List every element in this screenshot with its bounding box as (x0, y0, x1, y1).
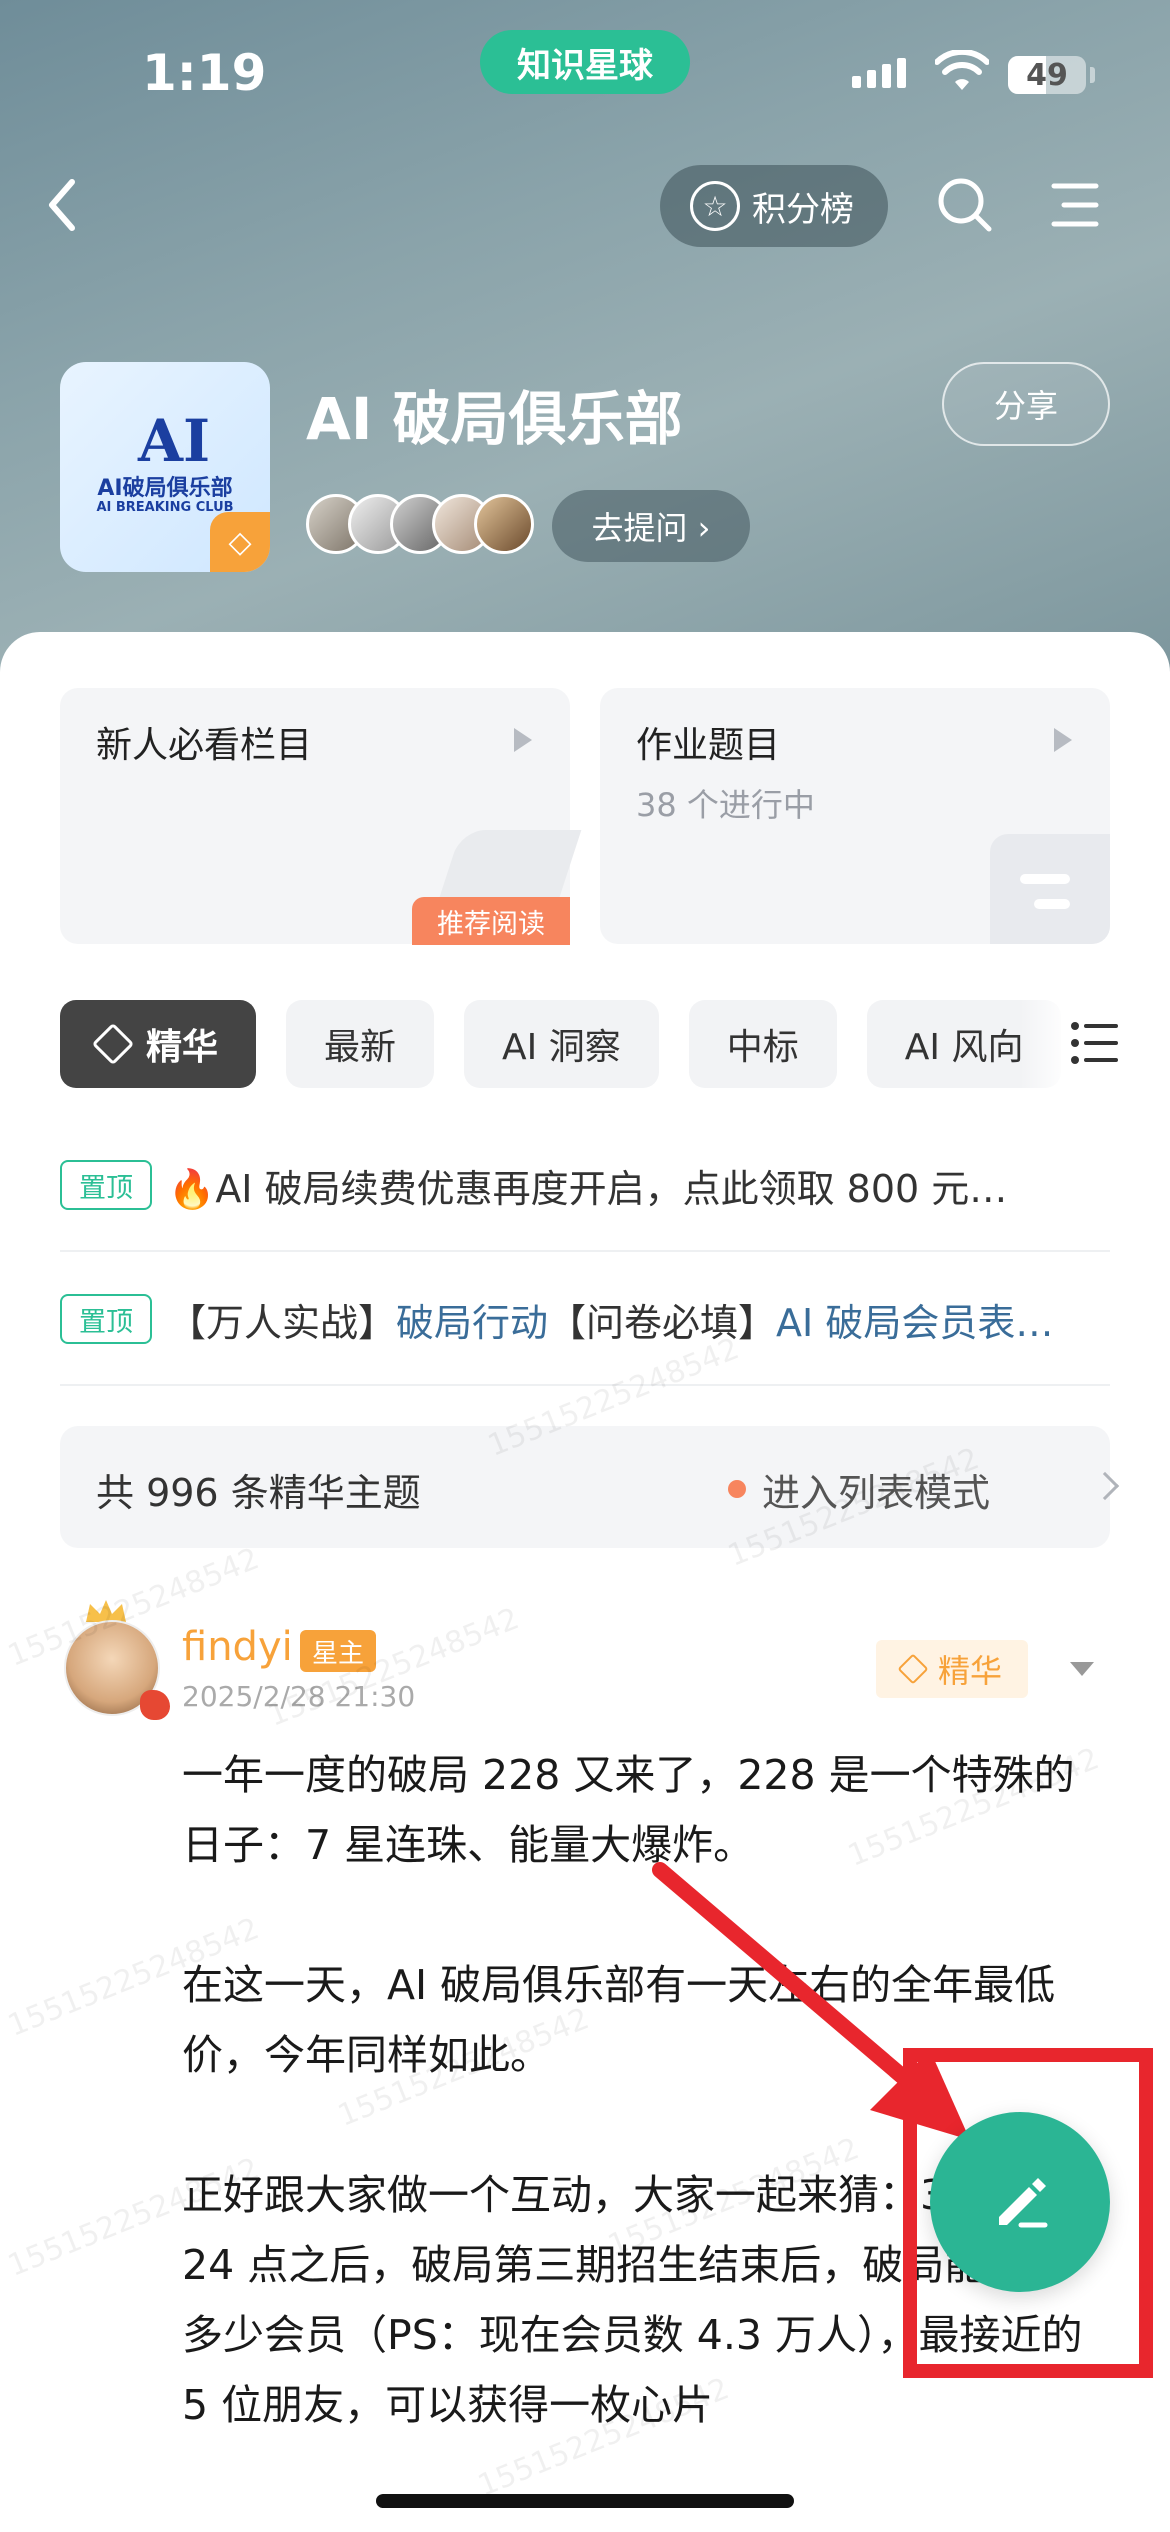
annotation-highlight-box (903, 2048, 1153, 2378)
card-decoration (990, 834, 1110, 944)
club-logo-name: AI破局俱乐部 (97, 476, 233, 501)
member-avatars[interactable] (306, 494, 534, 554)
status-time: 1:19 (142, 44, 267, 102)
post-timestamp: 2025/2/28 21:30 (182, 1680, 416, 1713)
author-name[interactable]: findyi (182, 1624, 293, 1670)
avatar (474, 494, 534, 554)
wifi-icon (935, 50, 989, 90)
card-subtitle: 38 个进行中 (636, 786, 815, 824)
list-icon[interactable] (1070, 1020, 1120, 1066)
pinned-post[interactable]: 置顶 🔥AI 破局续费优惠再度开启，点此领取 800 元… (60, 1120, 1110, 1252)
card-title: 新人必看栏目 (96, 725, 313, 766)
notification-dot (728, 1480, 746, 1498)
tab-latest[interactable]: 最新 (286, 1000, 435, 1088)
diamond-icon (91, 1022, 135, 1066)
tab-ai-insight[interactable]: AI 洞察 (464, 1000, 659, 1088)
card-decoration (1034, 899, 1070, 909)
back-icon[interactable] (40, 170, 90, 240)
recommend-reading-tag: 推荐阅读 (412, 897, 570, 945)
pinned-text: 【万人实战】破局行动【问卷必填】AI 破局会员表… (168, 1292, 1110, 1347)
cellular-signal-icon (852, 58, 906, 88)
essence-badge: 精华 (876, 1640, 1028, 1698)
essence-count: 共 996 条精华主题 (96, 1471, 421, 1515)
pinned-link[interactable]: AI 破局会员表… (776, 1301, 1053, 1345)
pinned-text: 🔥AI 破局续费优惠再度开启，点此领取 800 元… (168, 1166, 1008, 1211)
club-title: AI 破局俱乐部 (306, 385, 683, 453)
pinned-link[interactable]: 破局行动 (396, 1301, 548, 1345)
app-pill[interactable]: 知识星球 (480, 30, 690, 94)
leaderboard-button[interactable]: ☆ 积分榜 (660, 165, 888, 247)
post-more-icon[interactable] (1070, 1662, 1094, 1676)
ask-question-button[interactable]: 去提问 › (552, 490, 750, 562)
status-bar: 1:19 知识星球 49 (0, 0, 1170, 150)
battery-level: 49 (1026, 58, 1068, 93)
essence-summary-bar[interactable]: 共 996 条精华主题 进入列表模式 (60, 1426, 1120, 1548)
card-decoration (1020, 874, 1070, 884)
star-icon: ☆ (690, 181, 740, 231)
search-icon[interactable] (935, 175, 995, 235)
diamond-icon: ◇ (210, 512, 270, 572)
chili-icon (140, 1690, 170, 1720)
tab-label: 精华 (146, 1027, 219, 1068)
list-mode-link[interactable]: 进入列表模式 (762, 1462, 990, 1517)
pinned-post[interactable]: 置顶 【万人实战】破局行动【问卷必填】AI 破局会员表… (60, 1254, 1110, 1386)
play-arrow-icon (514, 728, 532, 752)
menu-icon[interactable] (1050, 180, 1100, 230)
leaderboard-label: 积分榜 (752, 189, 854, 230)
battery-tip (1090, 67, 1095, 83)
card-homework[interactable]: 作业题目 38 个进行中 (600, 688, 1110, 944)
battery-icon: 49 (1008, 56, 1086, 94)
pinned-badge: 置顶 (60, 1294, 152, 1344)
club-logo-mark: AI (138, 407, 211, 475)
pinned-badge: 置顶 (60, 1160, 152, 1210)
pinned-prefix: 【问卷必填】 (548, 1300, 777, 1345)
owner-badge: 星主 (300, 1630, 376, 1672)
diamond-icon (897, 1653, 929, 1685)
home-indicator[interactable] (376, 2494, 794, 2508)
pinned-prefix: 【万人实战】 (168, 1300, 397, 1345)
tab-essence[interactable]: 精华 (60, 1000, 257, 1088)
category-tabs: 精华 最新 AI 洞察 中标 AI 风向 (60, 1000, 1090, 1088)
card-title: 作业题目 (636, 725, 781, 766)
essence-label: 精华 (937, 1652, 1002, 1690)
play-arrow-icon (1054, 728, 1072, 752)
tab-bid-win[interactable]: 中标 (688, 1000, 837, 1088)
club-logo[interactable]: AI AI破局俱乐部 AI BREAKING CLUB ◇ (60, 362, 270, 572)
share-button[interactable]: 分享 (942, 362, 1110, 446)
